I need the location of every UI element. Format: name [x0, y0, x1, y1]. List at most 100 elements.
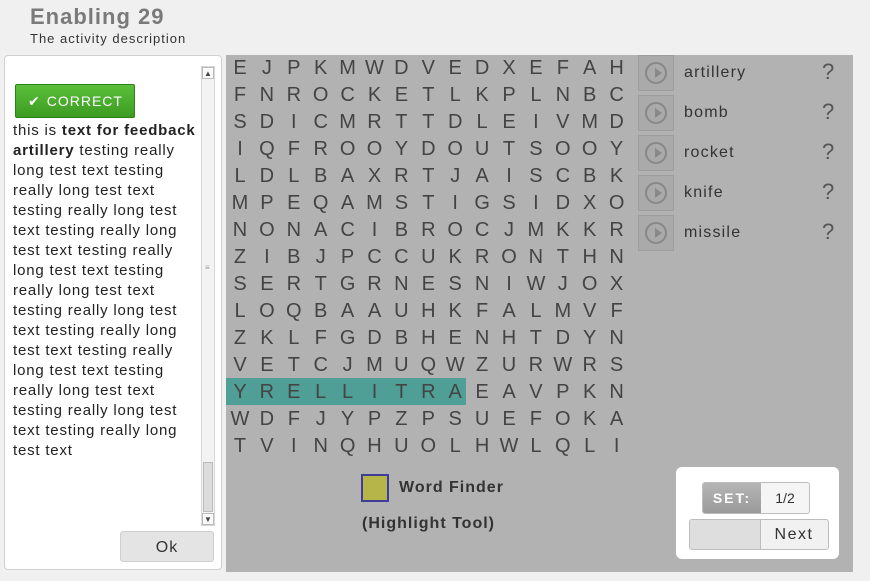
grid-cell[interactable]: E	[470, 379, 494, 406]
grid-cell[interactable]: W	[363, 55, 387, 82]
grid-cell[interactable]: F	[524, 406, 548, 433]
grid-cell[interactable]: T	[416, 109, 440, 136]
grid-cell[interactable]: E	[416, 271, 440, 298]
grid-cell[interactable]: R	[578, 352, 602, 379]
grid-cell[interactable]: P	[336, 244, 360, 271]
help-icon[interactable]: ?	[822, 179, 834, 205]
grid-cell[interactable]: X	[578, 190, 602, 217]
grid-cell[interactable]: V	[551, 109, 575, 136]
grid-cell[interactable]: C	[551, 163, 575, 190]
grid-cell[interactable]: T	[416, 190, 440, 217]
grid-cell[interactable]: D	[255, 109, 279, 136]
grid-cell[interactable]: S	[524, 163, 548, 190]
grid-cell[interactable]: H	[416, 298, 440, 325]
grid-cell[interactable]: Z	[470, 352, 494, 379]
grid-cell[interactable]: Y	[336, 406, 360, 433]
grid-cell[interactable]: I	[363, 379, 387, 406]
next-button[interactable]: Next	[689, 519, 829, 550]
grid-cell[interactable]: P	[497, 82, 521, 109]
grid-cell[interactable]: I	[605, 433, 629, 460]
grid-cell[interactable]: T	[228, 433, 252, 460]
grid-cell[interactable]: N	[228, 217, 252, 244]
grid-cell[interactable]: L	[228, 163, 252, 190]
grid-cell[interactable]: L	[578, 433, 602, 460]
grid-cell[interactable]: M	[228, 190, 252, 217]
grid-cell[interactable]: T	[416, 163, 440, 190]
grid-cell[interactable]: M	[551, 298, 575, 325]
grid-cell[interactable]: Z	[228, 244, 252, 271]
grid-cell[interactable]: C	[309, 109, 333, 136]
grid-cell[interactable]: R	[282, 82, 306, 109]
grid-cell[interactable]: U	[389, 433, 413, 460]
grid-cell[interactable]: U	[389, 298, 413, 325]
grid-cell[interactable]: B	[578, 163, 602, 190]
grid-cell[interactable]: E	[255, 271, 279, 298]
grid-cell[interactable]: R	[470, 244, 494, 271]
grid-cell[interactable]: N	[470, 271, 494, 298]
grid-cell[interactable]: S	[443, 406, 467, 433]
grid-cell[interactable]: I	[282, 433, 306, 460]
grid-cell[interactable]: Y	[228, 379, 252, 406]
grid-cell[interactable]: J	[309, 244, 333, 271]
grid-cell[interactable]: E	[497, 109, 521, 136]
grid-cell[interactable]: N	[605, 379, 629, 406]
grid-cell[interactable]: K	[578, 379, 602, 406]
grid-cell[interactable]: O	[443, 136, 467, 163]
grid-cell[interactable]: D	[551, 325, 575, 352]
grid-cell[interactable]: A	[336, 163, 360, 190]
grid-cell[interactable]: W	[524, 271, 548, 298]
grid-cell[interactable]: O	[336, 136, 360, 163]
grid-cell[interactable]: T	[524, 325, 548, 352]
scroll-thumb[interactable]	[203, 462, 213, 512]
grid-cell[interactable]: L	[309, 379, 333, 406]
grid-cell[interactable]: E	[282, 379, 306, 406]
grid-cell[interactable]: L	[336, 379, 360, 406]
grid-cell[interactable]: P	[282, 55, 306, 82]
grid-cell[interactable]: R	[416, 217, 440, 244]
grid-cell[interactable]: I	[497, 271, 521, 298]
grid-cell[interactable]: L	[282, 325, 306, 352]
help-icon[interactable]: ?	[822, 99, 834, 125]
grid-cell[interactable]: E	[228, 55, 252, 82]
grid-cell[interactable]: D	[605, 109, 629, 136]
grid-cell[interactable]: A	[336, 190, 360, 217]
grid-cell[interactable]: I	[282, 109, 306, 136]
grid-cell[interactable]: A	[605, 406, 629, 433]
grid-cell[interactable]: A	[497, 379, 521, 406]
grid-cell[interactable]: K	[578, 406, 602, 433]
grid-cell[interactable]: J	[551, 271, 575, 298]
grid-cell[interactable]: O	[416, 433, 440, 460]
grid-cell[interactable]: G	[470, 190, 494, 217]
help-icon[interactable]: ?	[822, 59, 834, 85]
grid-cell[interactable]: Z	[228, 325, 252, 352]
grid-cell[interactable]: E	[255, 352, 279, 379]
help-icon[interactable]: ?	[822, 139, 834, 165]
grid-cell[interactable]: L	[524, 298, 548, 325]
grid-cell[interactable]: T	[309, 271, 333, 298]
grid-cell[interactable]: E	[282, 190, 306, 217]
grid-cell[interactable]: I	[255, 244, 279, 271]
grid-cell[interactable]: P	[255, 190, 279, 217]
grid-cell[interactable]: E	[389, 82, 413, 109]
grid-cell[interactable]: J	[497, 217, 521, 244]
grid-cell[interactable]: U	[497, 352, 521, 379]
grid-cell[interactable]: E	[443, 55, 467, 82]
grid-cell[interactable]: O	[309, 82, 333, 109]
grid-cell[interactable]: B	[282, 244, 306, 271]
grid-cell[interactable]: L	[443, 82, 467, 109]
play-audio-button[interactable]	[638, 135, 674, 171]
grid-cell[interactable]: O	[551, 136, 575, 163]
grid-cell[interactable]: K	[578, 217, 602, 244]
grid-cell[interactable]: O	[578, 271, 602, 298]
grid-cell[interactable]: T	[497, 136, 521, 163]
grid-cell[interactable]: W	[228, 406, 252, 433]
grid-cell[interactable]: A	[309, 217, 333, 244]
grid-cell[interactable]: I	[497, 163, 521, 190]
grid-cell[interactable]: V	[228, 352, 252, 379]
grid-cell[interactable]: P	[363, 406, 387, 433]
grid-cell[interactable]: Y	[389, 136, 413, 163]
grid-cell[interactable]: L	[228, 298, 252, 325]
grid-cell[interactable]: R	[605, 217, 629, 244]
grid-cell[interactable]: H	[363, 433, 387, 460]
grid-cell[interactable]: R	[524, 352, 548, 379]
